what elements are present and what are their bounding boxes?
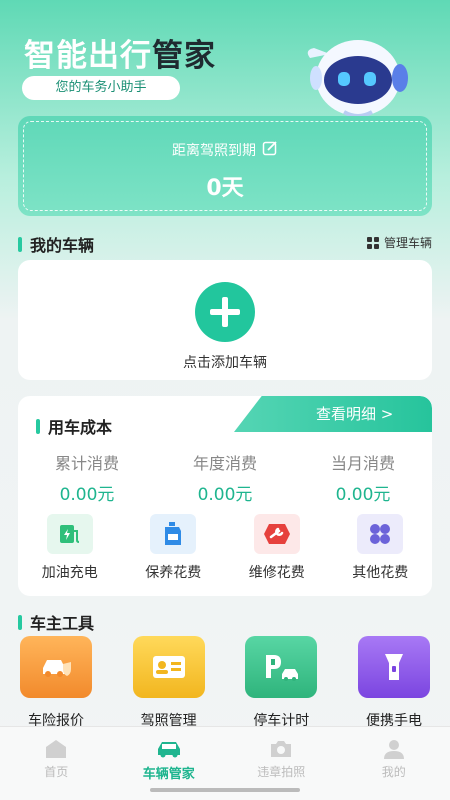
- category-label: 加油充电: [41, 565, 98, 581]
- license-expiry-label: 距离驾照到期: [172, 143, 256, 159]
- section-bar: [36, 418, 40, 434]
- tab-home[interactable]: 首页: [0, 727, 113, 800]
- tool-car-insurance[interactable]: 车险报价: [20, 636, 92, 730]
- other-icon: [357, 514, 404, 554]
- my-vehicles-heading: 我的车辆: [18, 232, 94, 256]
- cost-title: 用车成本: [48, 418, 113, 437]
- category-repair[interactable]: 维修花费: [225, 514, 329, 582]
- home-indicator: [150, 788, 300, 792]
- stat-label: 年度消费: [192, 454, 257, 473]
- stat-year: 年度消费 0.00元: [156, 450, 294, 505]
- license-expiry-card[interactable]: 距离驾照到期 0天: [18, 116, 432, 216]
- category-label: 维修花费: [248, 565, 305, 581]
- tab-profile[interactable]: 我的: [338, 727, 450, 800]
- section-bar: [18, 236, 22, 252]
- stat-value: 0.00元: [59, 485, 115, 505]
- my-vehicles-title: 我的车辆: [30, 236, 95, 255]
- repair-icon: [253, 514, 300, 554]
- view-details-button[interactable]: 查看明细 >: [234, 396, 432, 432]
- app-title-part2: 管家: [152, 38, 216, 74]
- car-insurance-icon: [20, 636, 92, 698]
- add-icon[interactable]: [195, 282, 255, 342]
- add-vehicle-label: 点击添加车辆: [183, 355, 267, 371]
- tool-parking-timer[interactable]: 停车计时: [245, 636, 318, 730]
- category-label: 其他花费: [352, 565, 409, 581]
- tool-license-management[interactable]: 驾照管理: [132, 636, 205, 730]
- profile-icon: [338, 739, 450, 759]
- stat-month: 当月消费 0.00元: [294, 450, 432, 505]
- stat-value: 0.00元: [335, 485, 391, 505]
- category-fuel-charge[interactable]: 加油充电: [18, 514, 122, 582]
- cost-categories: 加油充电 保养花费 维修花费 其他花费: [18, 514, 432, 582]
- tab-label: 我的: [381, 765, 406, 779]
- maintenance-icon: [150, 514, 197, 554]
- tab-label: 首页: [44, 765, 69, 779]
- car-icon: [113, 739, 226, 759]
- app-subtitle: 您的车务小助手: [22, 76, 180, 100]
- license-expiry-value: 0天: [206, 176, 244, 201]
- app-title: 智能出行管家: [24, 30, 216, 75]
- flashlight-icon: [357, 636, 430, 698]
- cost-stats: 累计消费 0.00元 年度消费 0.00元 当月消费 0.00元: [18, 450, 432, 505]
- tab-label: 违章拍照: [257, 765, 306, 779]
- tool-flashlight[interactable]: 便携手电: [357, 636, 430, 730]
- grid-icon: [366, 236, 379, 249]
- manage-vehicles-label: 管理车辆: [383, 236, 432, 250]
- add-vehicle-card[interactable]: 点击添加车辆: [18, 260, 432, 380]
- robot-mascot-icon: [300, 28, 410, 128]
- app-title-part1: 智能出行: [24, 38, 152, 74]
- parking-icon: [245, 636, 318, 698]
- fuel-charge-icon: [46, 514, 93, 554]
- tab-label: 车辆管家: [142, 767, 195, 782]
- license-card-icon: [132, 636, 205, 698]
- owner-tools-heading: 车主工具: [18, 610, 94, 634]
- section-bar: [18, 614, 22, 630]
- stat-label: 累计消费: [54, 454, 119, 473]
- stat-label: 当月消费: [330, 454, 395, 473]
- category-other[interactable]: 其他花费: [329, 514, 433, 582]
- manage-vehicles-link[interactable]: 管理车辆: [366, 234, 432, 251]
- camera-icon: [225, 739, 338, 759]
- stat-value: 0.00元: [197, 485, 253, 505]
- stat-total: 累计消费 0.00元: [18, 450, 156, 505]
- owner-tools-row: 车险报价 驾照管理 停车计时 便携手电: [0, 636, 450, 730]
- vehicle-cost-card: 用车成本 查看明细 > 累计消费 0.00元 年度消费 0.00元 当月消费 0…: [18, 396, 432, 596]
- category-maintenance[interactable]: 保养花费: [122, 514, 226, 582]
- owner-tools-title: 车主工具: [30, 614, 95, 633]
- edit-icon[interactable]: [262, 140, 278, 160]
- home-icon: [0, 739, 113, 759]
- category-label: 保养花费: [145, 565, 202, 581]
- cost-heading: 用车成本: [36, 414, 112, 438]
